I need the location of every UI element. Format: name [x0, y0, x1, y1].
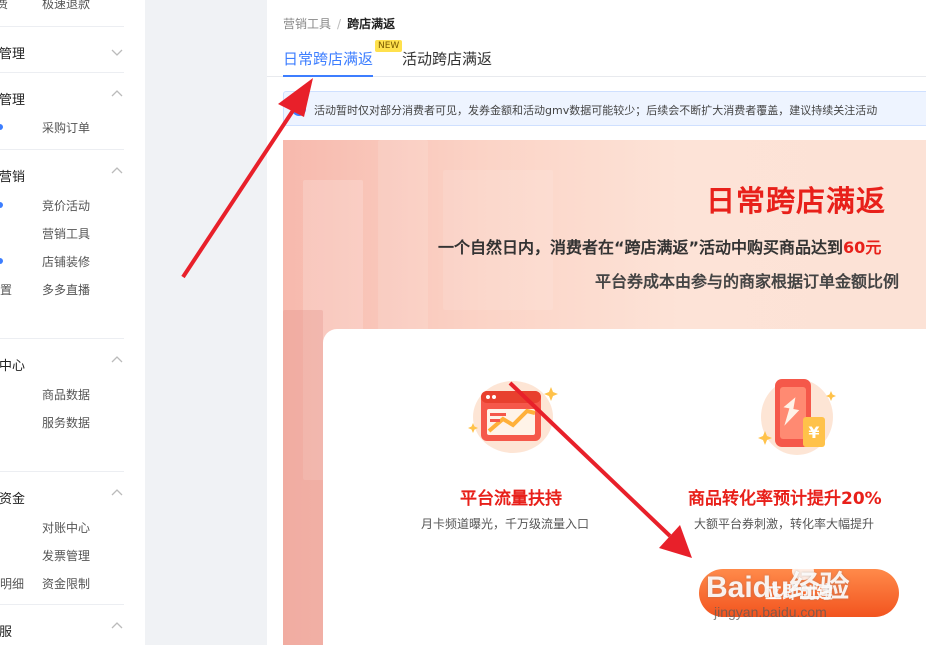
- sidebar-group-title[interactable]: 客服: [0, 621, 12, 640]
- sidebar-item-reconciliation[interactable]: 对账中心: [42, 519, 90, 536]
- sidebar-group-data: 据中心 商品数据 服务数据: [0, 338, 124, 471]
- phone-growth-icon: ¥: [758, 379, 836, 455]
- sidebar-item-live[interactable]: 多多直播: [42, 281, 90, 298]
- sidebar-item-service-data[interactable]: 服务数据: [42, 414, 90, 431]
- bullet-icon: [0, 124, 3, 130]
- chevron-up-icon[interactable]: [110, 353, 124, 367]
- main-content: 营销工具 / 跨店满返 日常跨店满返 NEW 活动跨店满返 i 活动暂时仅对部分消费…: [267, 0, 926, 645]
- tab-activity-cross-store[interactable]: 活动跨店满返: [402, 48, 492, 69]
- sidebar-group-orders: 单管理 采购订单: [0, 72, 124, 149]
- sidebar-group-title[interactable]: 户资金: [0, 488, 25, 507]
- sidebar-group-title[interactable]: 品管理: [0, 43, 25, 62]
- sidebar-item-store-decoration[interactable]: 店铺装修: [42, 253, 90, 270]
- feature-title: 商品转化率预计提升20%: [688, 489, 882, 509]
- create-now-button[interactable]: 立即创建: [699, 569, 899, 617]
- info-icon: i: [292, 102, 306, 116]
- bullet-icon: [0, 202, 3, 208]
- banner-description-line2: 平台券成本由参与的商家根据订单金额比例: [595, 272, 900, 291]
- banner-decoration: [283, 310, 323, 645]
- sidebar-group-title[interactable]: 据中心: [0, 355, 25, 374]
- tab-daily-cross-store[interactable]: 日常跨店满返: [283, 48, 374, 77]
- banner-description-amount: 60元: [843, 238, 882, 257]
- notice-text: 活动暂时仅对部分消费者可见，发券金额和活动gmv数据可能较少；后续会不断扩大消费…: [314, 104, 878, 117]
- notice-banner: i 活动暂时仅对部分消费者可见，发券金额和活动gmv数据可能较少；后续会不断扩大…: [283, 91, 926, 126]
- sidebar-group-service: 客服: [0, 604, 124, 645]
- banner-description: 一个自然日内，消费者在“跨店满返”活动中购买商品达到60元: [438, 234, 881, 258]
- promo-banner: 日常跨店满返 一个自然日内，消费者在“跨店满返”活动中购买商品达到60元 平台券…: [283, 140, 926, 645]
- page-gutter: [145, 0, 267, 645]
- sidebar-group-marketing: 销营销 竞价活动 营销工具 店铺装修 置 多多直播: [0, 149, 124, 338]
- sidebar-group-title[interactable]: 单管理: [0, 89, 25, 108]
- sidebar-item-fast-refund[interactable]: 极速退款: [42, 0, 90, 12]
- tab-bar: 日常跨店满返 NEW 活动跨店满返: [267, 40, 926, 77]
- banner-description-text: 一个自然日内，消费者在“跨店满返”活动中购买商品达到: [438, 238, 844, 257]
- feature-description: 月卡频道曝光，千万级流量入口: [421, 517, 590, 531]
- chevron-up-icon[interactable]: [110, 87, 124, 101]
- sidebar-group-product[interactable]: 品管理: [0, 26, 124, 72]
- feature-description: 大额平台券刺激，转化率大幅提升: [694, 517, 875, 531]
- sidebar-item-fund-limit[interactable]: 资金限制: [42, 575, 90, 592]
- breadcrumb-parent[interactable]: 营销工具: [283, 17, 331, 31]
- sidebar-item-invoice[interactable]: 发票管理: [42, 547, 90, 564]
- svg-text:¥: ¥: [808, 423, 819, 442]
- feature-card: 平台流量扶持 月卡频道曝光，千万级流量入口 ¥ 商品转化率预计提升20% 大额平…: [323, 329, 926, 645]
- traffic-chart-icon: [468, 381, 558, 453]
- breadcrumb: 营销工具 / 跨店满返: [283, 15, 395, 32]
- sidebar-group-funds: 户资金 对账中心 发票管理 明细 资金限制: [0, 471, 124, 604]
- chevron-down-icon[interactable]: [110, 45, 124, 59]
- chevron-up-icon[interactable]: [110, 164, 124, 178]
- feature-title: 平台流量扶持: [460, 489, 562, 509]
- breadcrumb-separator: /: [337, 17, 342, 31]
- chevron-up-icon[interactable]: [110, 619, 124, 633]
- banner-decoration: [378, 140, 428, 340]
- bullet-icon: [0, 258, 3, 264]
- sidebar-item-bidding[interactable]: 竞价活动: [42, 197, 90, 214]
- sidebar-item-purchase-orders[interactable]: 采购订单: [42, 119, 90, 136]
- sidebar: 费 极速退款 品管理 单管理 采购订单 销营销 竞价活动 营销工具 店铺装修 置…: [0, 0, 145, 645]
- sidebar-item-fee[interactable]: 费: [0, 0, 8, 12]
- sidebar-item-settings[interactable]: 置: [0, 281, 12, 298]
- sidebar-item-detail[interactable]: 明细: [0, 575, 24, 592]
- sidebar-group-title[interactable]: 销营销: [0, 166, 25, 185]
- breadcrumb-current: 跨店满返: [347, 17, 396, 31]
- sidebar-item-product-data[interactable]: 商品数据: [42, 386, 90, 403]
- banner-title: 日常跨店满返: [706, 184, 887, 218]
- chevron-up-icon[interactable]: [110, 486, 124, 500]
- sidebar-item-marketing-tools[interactable]: 营销工具: [42, 225, 90, 242]
- new-badge: NEW: [375, 40, 403, 52]
